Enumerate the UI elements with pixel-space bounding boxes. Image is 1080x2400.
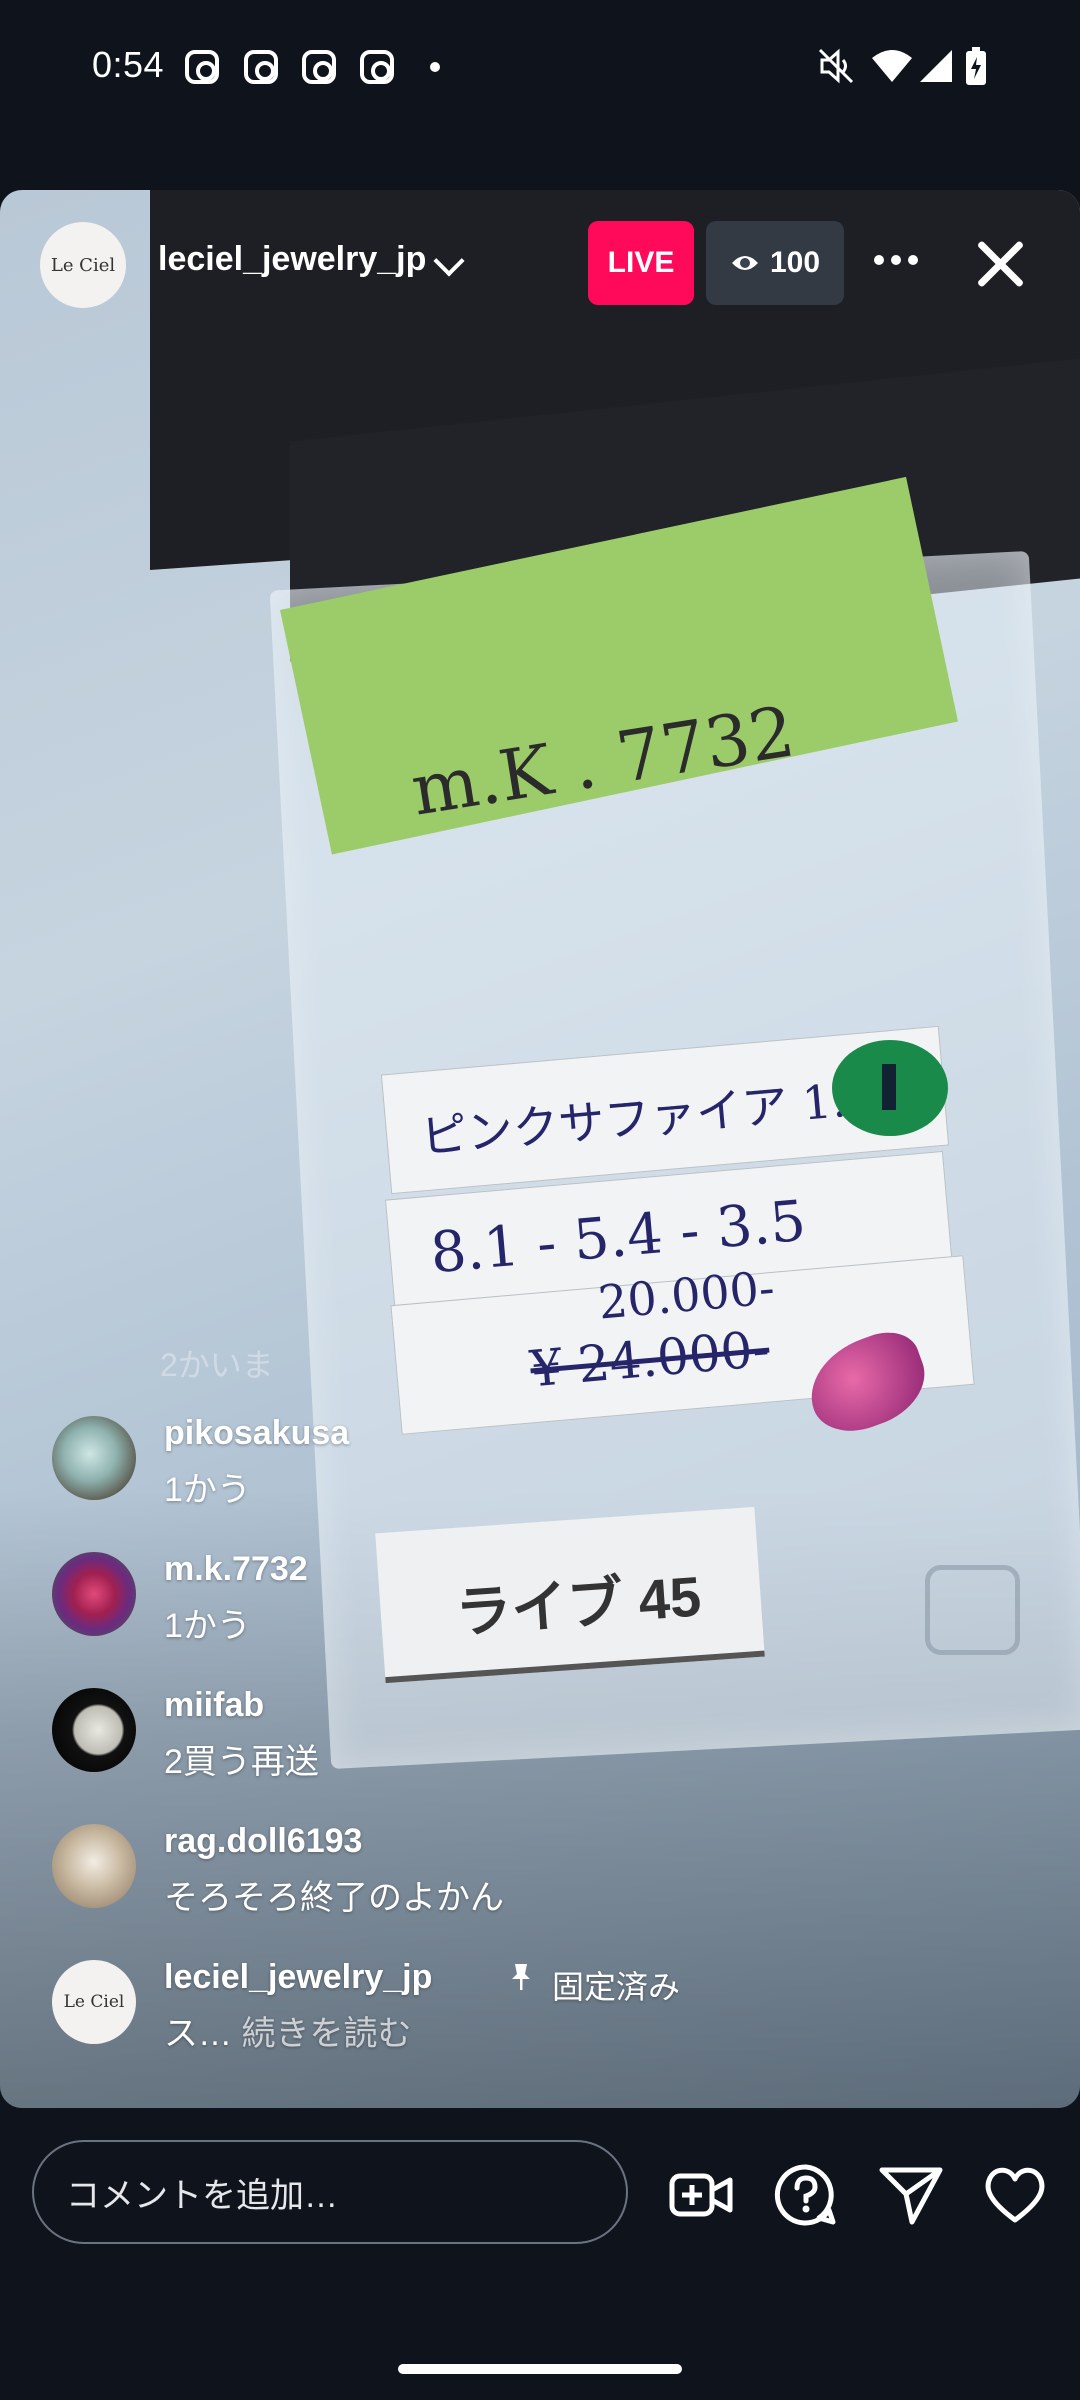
avatar	[52, 1688, 136, 1772]
comment-text: ス… 続きを読む	[164, 2006, 411, 2055]
instagram-icon	[185, 50, 219, 84]
avatar	[52, 1416, 136, 1500]
instagram-icon	[302, 50, 336, 84]
comment-text: 1かう	[164, 1607, 251, 1645]
battery-charging-icon	[966, 47, 986, 85]
mute-icon	[818, 48, 854, 84]
host-username[interactable]: leciel_jewelry_jp	[158, 240, 426, 279]
comment-item[interactable]: miifab 2買う再送	[52, 1686, 952, 1806]
avatar	[52, 1824, 136, 1908]
partial-comment-text: 2かいま	[160, 1347, 274, 1383]
add-video-guest-icon[interactable]	[668, 2162, 734, 2228]
pinned-comment-preview: ス…	[164, 2015, 232, 2053]
host-avatar[interactable]: Le Ciel	[40, 222, 126, 308]
comment-username[interactable]: pikosakusa	[164, 1414, 349, 1453]
comment-input[interactable]: コメントを追加…	[32, 2140, 628, 2244]
avatar: Le Ciel	[52, 1960, 136, 2044]
more-options-icon[interactable]	[874, 255, 918, 265]
comment-username[interactable]: miifab	[164, 1686, 264, 1725]
heart-icon[interactable]	[982, 2162, 1048, 2228]
home-indicator[interactable]	[398, 2364, 682, 2374]
eye-icon	[731, 256, 758, 270]
comment-username[interactable]: leciel_jewelry_jp	[164, 1958, 432, 1997]
instagram-icon	[244, 50, 278, 84]
viewer-count-value: 100	[769, 246, 821, 279]
avatar	[52, 1552, 136, 1636]
green-sticker	[832, 1040, 948, 1136]
comment-item[interactable]: rag.doll6193 そろそろ終了のよかん	[52, 1822, 952, 1942]
viewer-count[interactable]: 100	[706, 221, 844, 305]
read-more-link[interactable]: 続きを読む	[241, 2015, 411, 2053]
pin-icon	[507, 1962, 535, 2000]
close-icon[interactable]	[975, 238, 1027, 290]
comment-username[interactable]: rag.doll6193	[164, 1822, 362, 1861]
cell-signal-icon	[920, 50, 952, 82]
comment-item[interactable]: pikosakusa 1かう	[52, 1414, 952, 1534]
wifi-icon	[872, 50, 912, 82]
send-icon[interactable]	[878, 2162, 944, 2228]
comment-username[interactable]: m.k.7732	[164, 1550, 308, 1589]
clock: 0:54	[92, 44, 165, 85]
question-icon[interactable]	[773, 2162, 839, 2228]
pinned-label: 固定済み	[552, 1969, 681, 2005]
live-badge: LIVE	[588, 221, 694, 305]
comment-text: 1かう	[164, 1471, 251, 1509]
comment-text: そろそろ終了のよかん	[164, 1879, 504, 1917]
status-bar: 0:54	[0, 0, 1080, 135]
more-notifications-icon	[430, 62, 440, 72]
comment-item[interactable]: m.k.7732 1かう	[52, 1550, 952, 1670]
instagram-icon	[360, 50, 394, 84]
comment-text: 2買う再送	[164, 1743, 319, 1781]
pinned-comment[interactable]: Le Ciel leciel_jewelry_jp 固定済み ス… 続きを読む	[52, 1958, 952, 2078]
